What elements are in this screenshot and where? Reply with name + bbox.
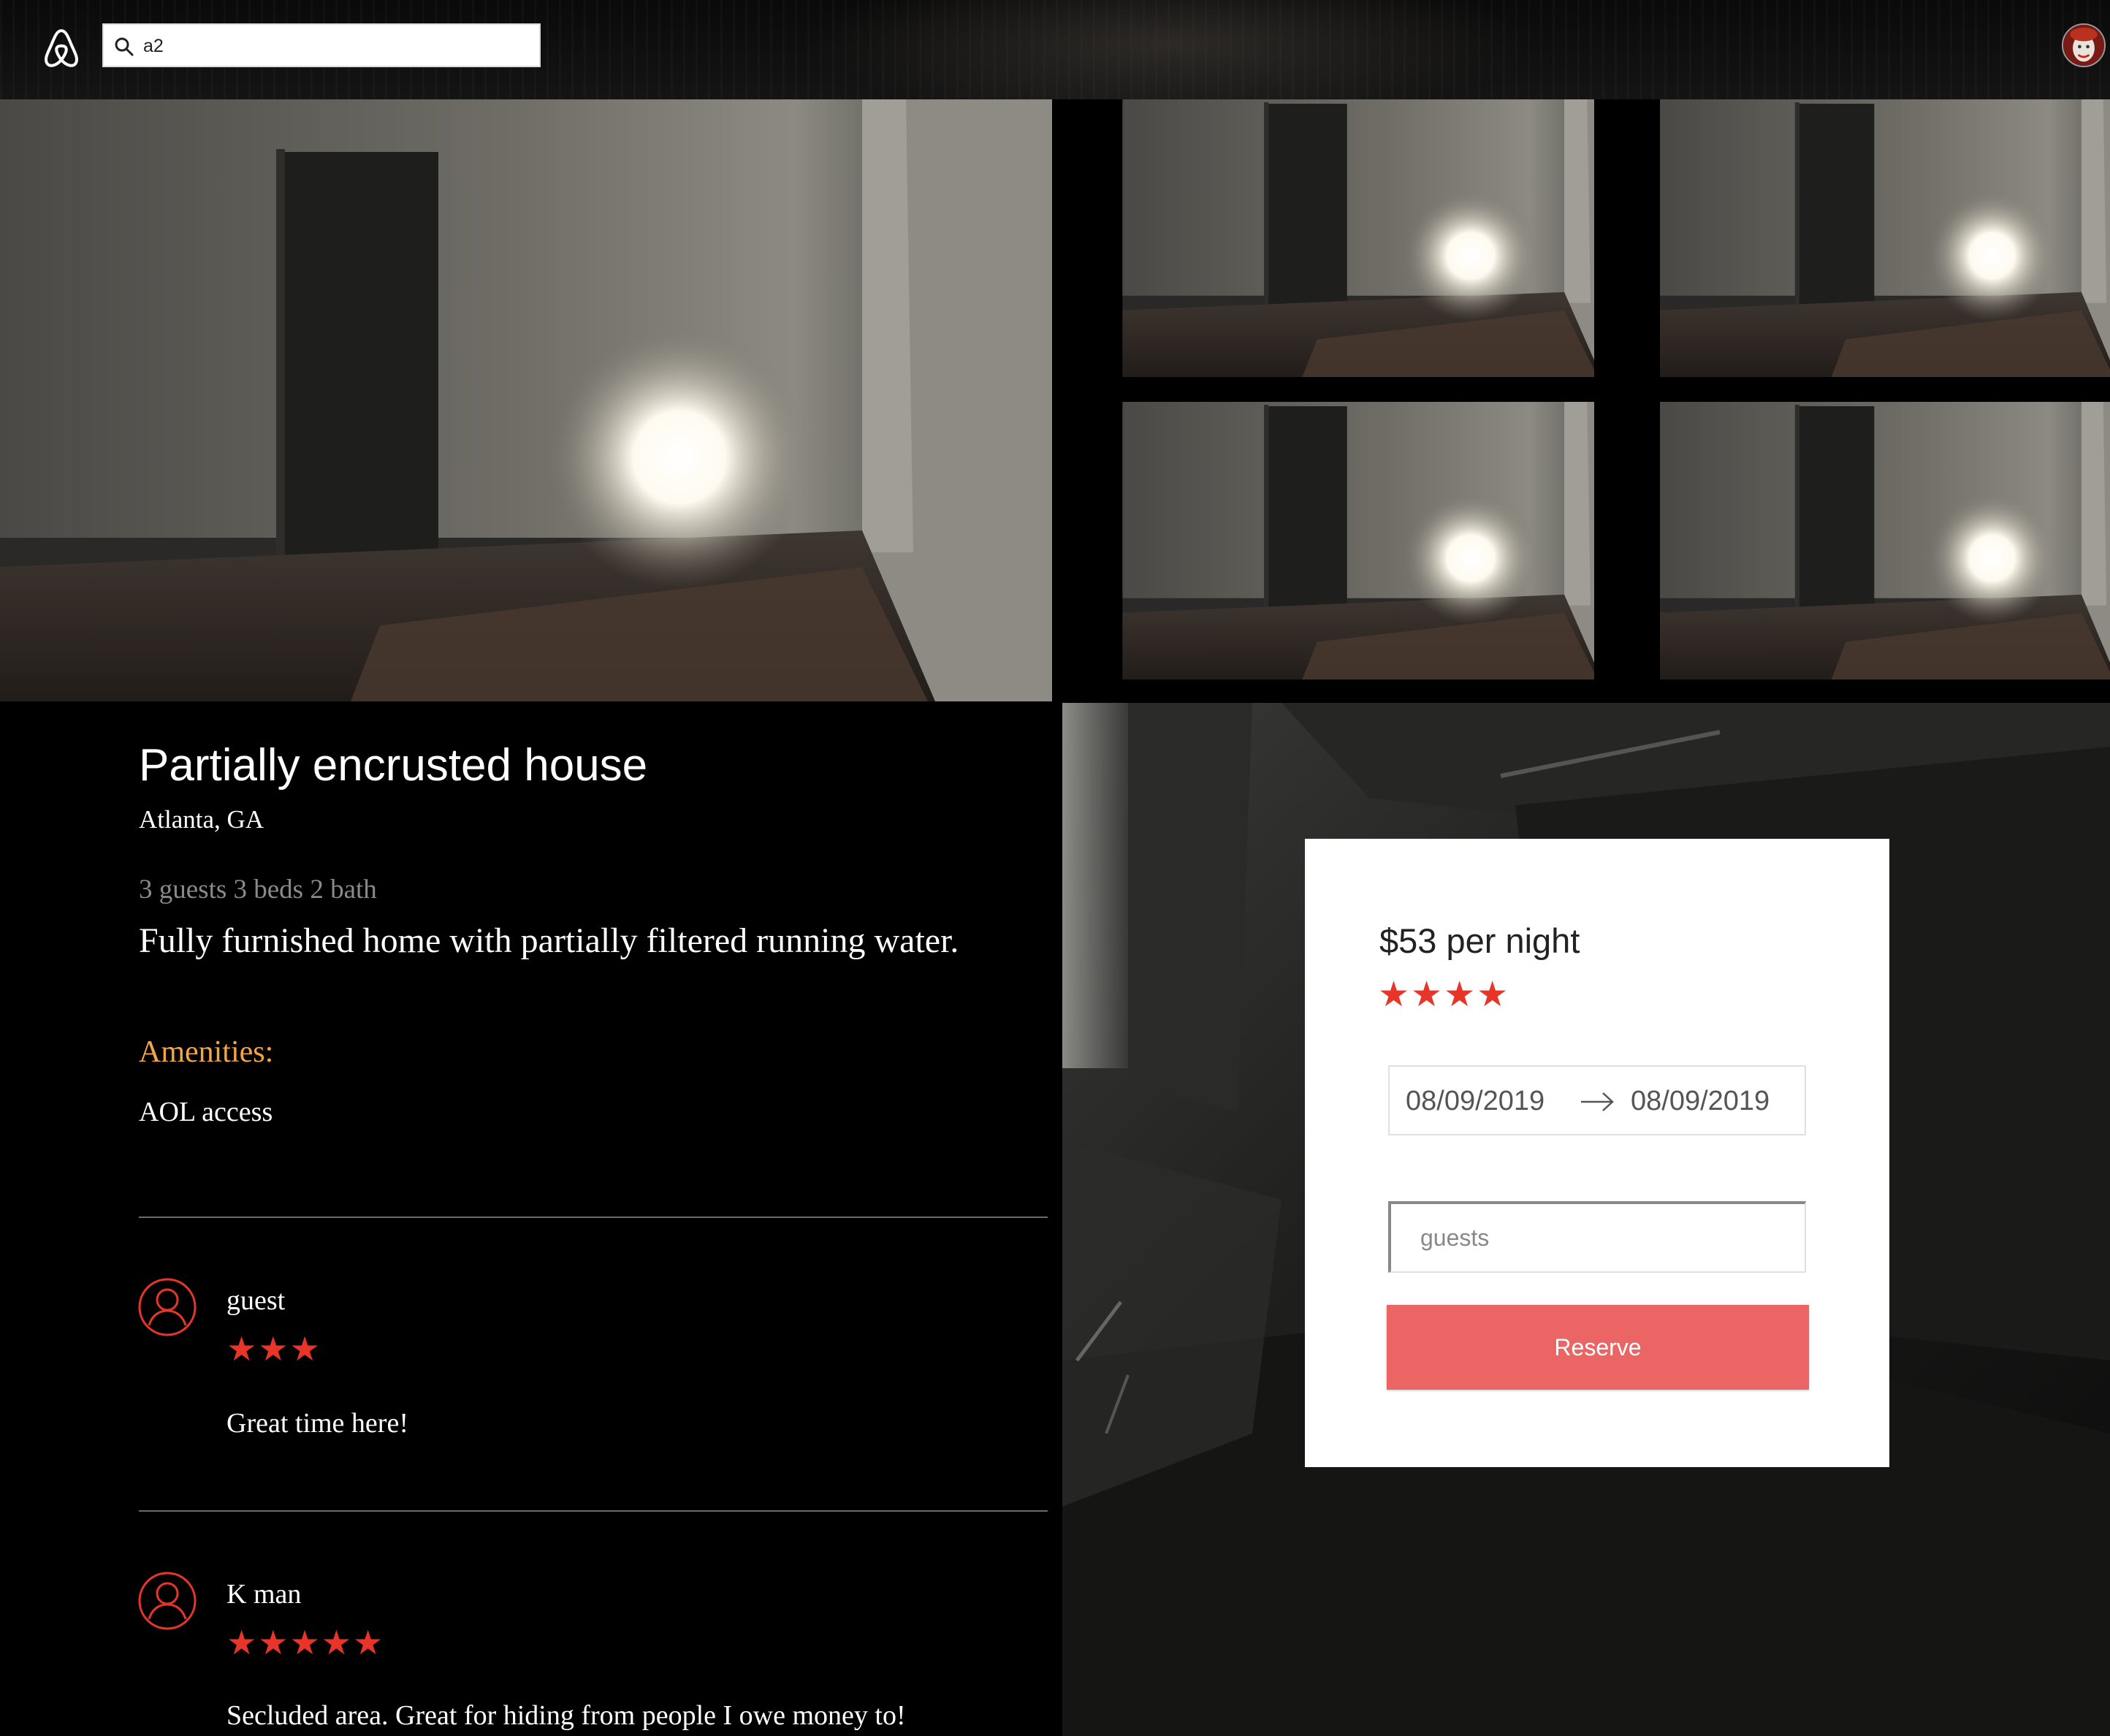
section-divider xyxy=(139,1510,1048,1512)
listing-specs: 3 guests 3 beds 2 bath xyxy=(139,875,377,905)
check-in-date[interactable]: 08/09/2019 xyxy=(1406,1086,1545,1117)
listing-title: Partially encrusted house xyxy=(139,740,648,791)
top-nav xyxy=(0,0,2110,99)
airbnb-logo-icon[interactable] xyxy=(42,28,80,69)
price-per-night: $53 per night xyxy=(1379,921,1580,960)
search-input[interactable] xyxy=(142,25,532,67)
listing-photo-thumb[interactable] xyxy=(1055,99,1594,399)
user-icon xyxy=(138,1278,197,1336)
listing-photo-main[interactable] xyxy=(0,99,1052,701)
listing-photo-thumb[interactable] xyxy=(1596,99,2110,399)
reviewer-name: guest xyxy=(226,1285,286,1316)
review-text: Secluded area. Great for hiding from peo… xyxy=(226,1700,906,1731)
listing-photo-thumb[interactable] xyxy=(1055,402,1594,701)
section-divider xyxy=(139,1217,1048,1218)
listing-rating-stars: ★★★★ xyxy=(1378,975,1510,1014)
listing-description: Fully furnished home with partially filt… xyxy=(139,921,959,960)
check-out-date[interactable]: 08/09/2019 xyxy=(1631,1086,1770,1117)
date-range-picker[interactable]: 08/09/2019 08/09/2019 xyxy=(1388,1065,1806,1135)
amenity-item: AOL access xyxy=(139,1097,273,1127)
arrow-right-icon xyxy=(1581,1092,1614,1111)
review-rating-stars: ★★★★★ xyxy=(226,1624,385,1661)
search-bar[interactable] xyxy=(102,23,541,67)
review-rating-stars: ★★★ xyxy=(226,1330,321,1368)
reviewer-name: K man xyxy=(226,1579,302,1610)
user-avatar[interactable] xyxy=(2062,23,2106,67)
user-icon xyxy=(138,1572,197,1630)
guests-input[interactable] xyxy=(1388,1201,1806,1273)
listing-photo-thumb[interactable] xyxy=(1596,402,2110,701)
review-text: Great time here! xyxy=(226,1408,408,1439)
search-icon xyxy=(115,37,134,56)
clown-avatar-icon xyxy=(2063,25,2104,66)
reserve-button[interactable]: Reserve xyxy=(1387,1305,1809,1390)
amenities-heading: Amenities: xyxy=(139,1035,274,1069)
listing-location: Atlanta, GA xyxy=(139,805,264,834)
